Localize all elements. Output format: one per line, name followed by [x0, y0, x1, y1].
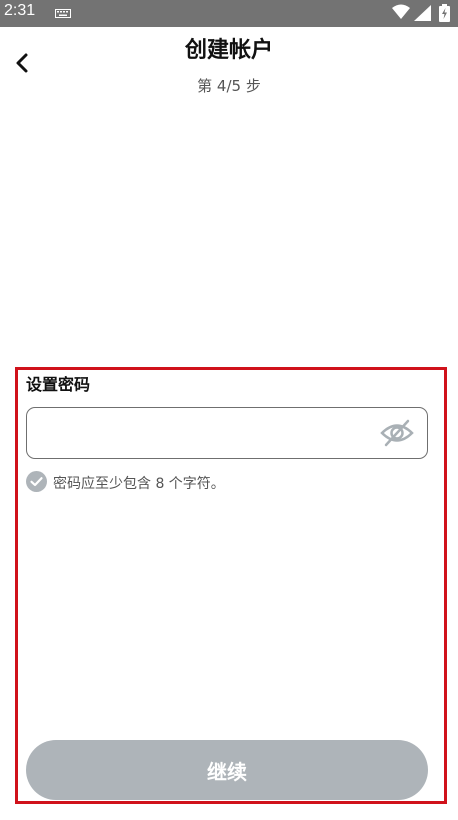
toggle-visibility-button[interactable]	[379, 416, 415, 450]
check-circle-icon	[26, 471, 47, 492]
continue-button[interactable]: 继续	[26, 740, 428, 800]
password-hint: 密码应至少包含 8 个字符。	[53, 476, 225, 492]
keyboard-icon	[55, 9, 71, 18]
status-time: 2:31	[4, 2, 36, 19]
step-indicator: 第 4/5 步	[197, 77, 261, 95]
signal-icon	[414, 5, 431, 21]
page-title: 创建帐户	[184, 38, 273, 63]
battery-icon	[439, 4, 450, 22]
wifi-icon	[392, 4, 410, 19]
password-input[interactable]	[39, 408, 379, 458]
eye-off-icon	[380, 419, 414, 447]
password-label: 设置密码	[26, 375, 91, 394]
status-bar: 2:31	[0, 0, 458, 27]
password-field[interactable]	[26, 407, 428, 459]
